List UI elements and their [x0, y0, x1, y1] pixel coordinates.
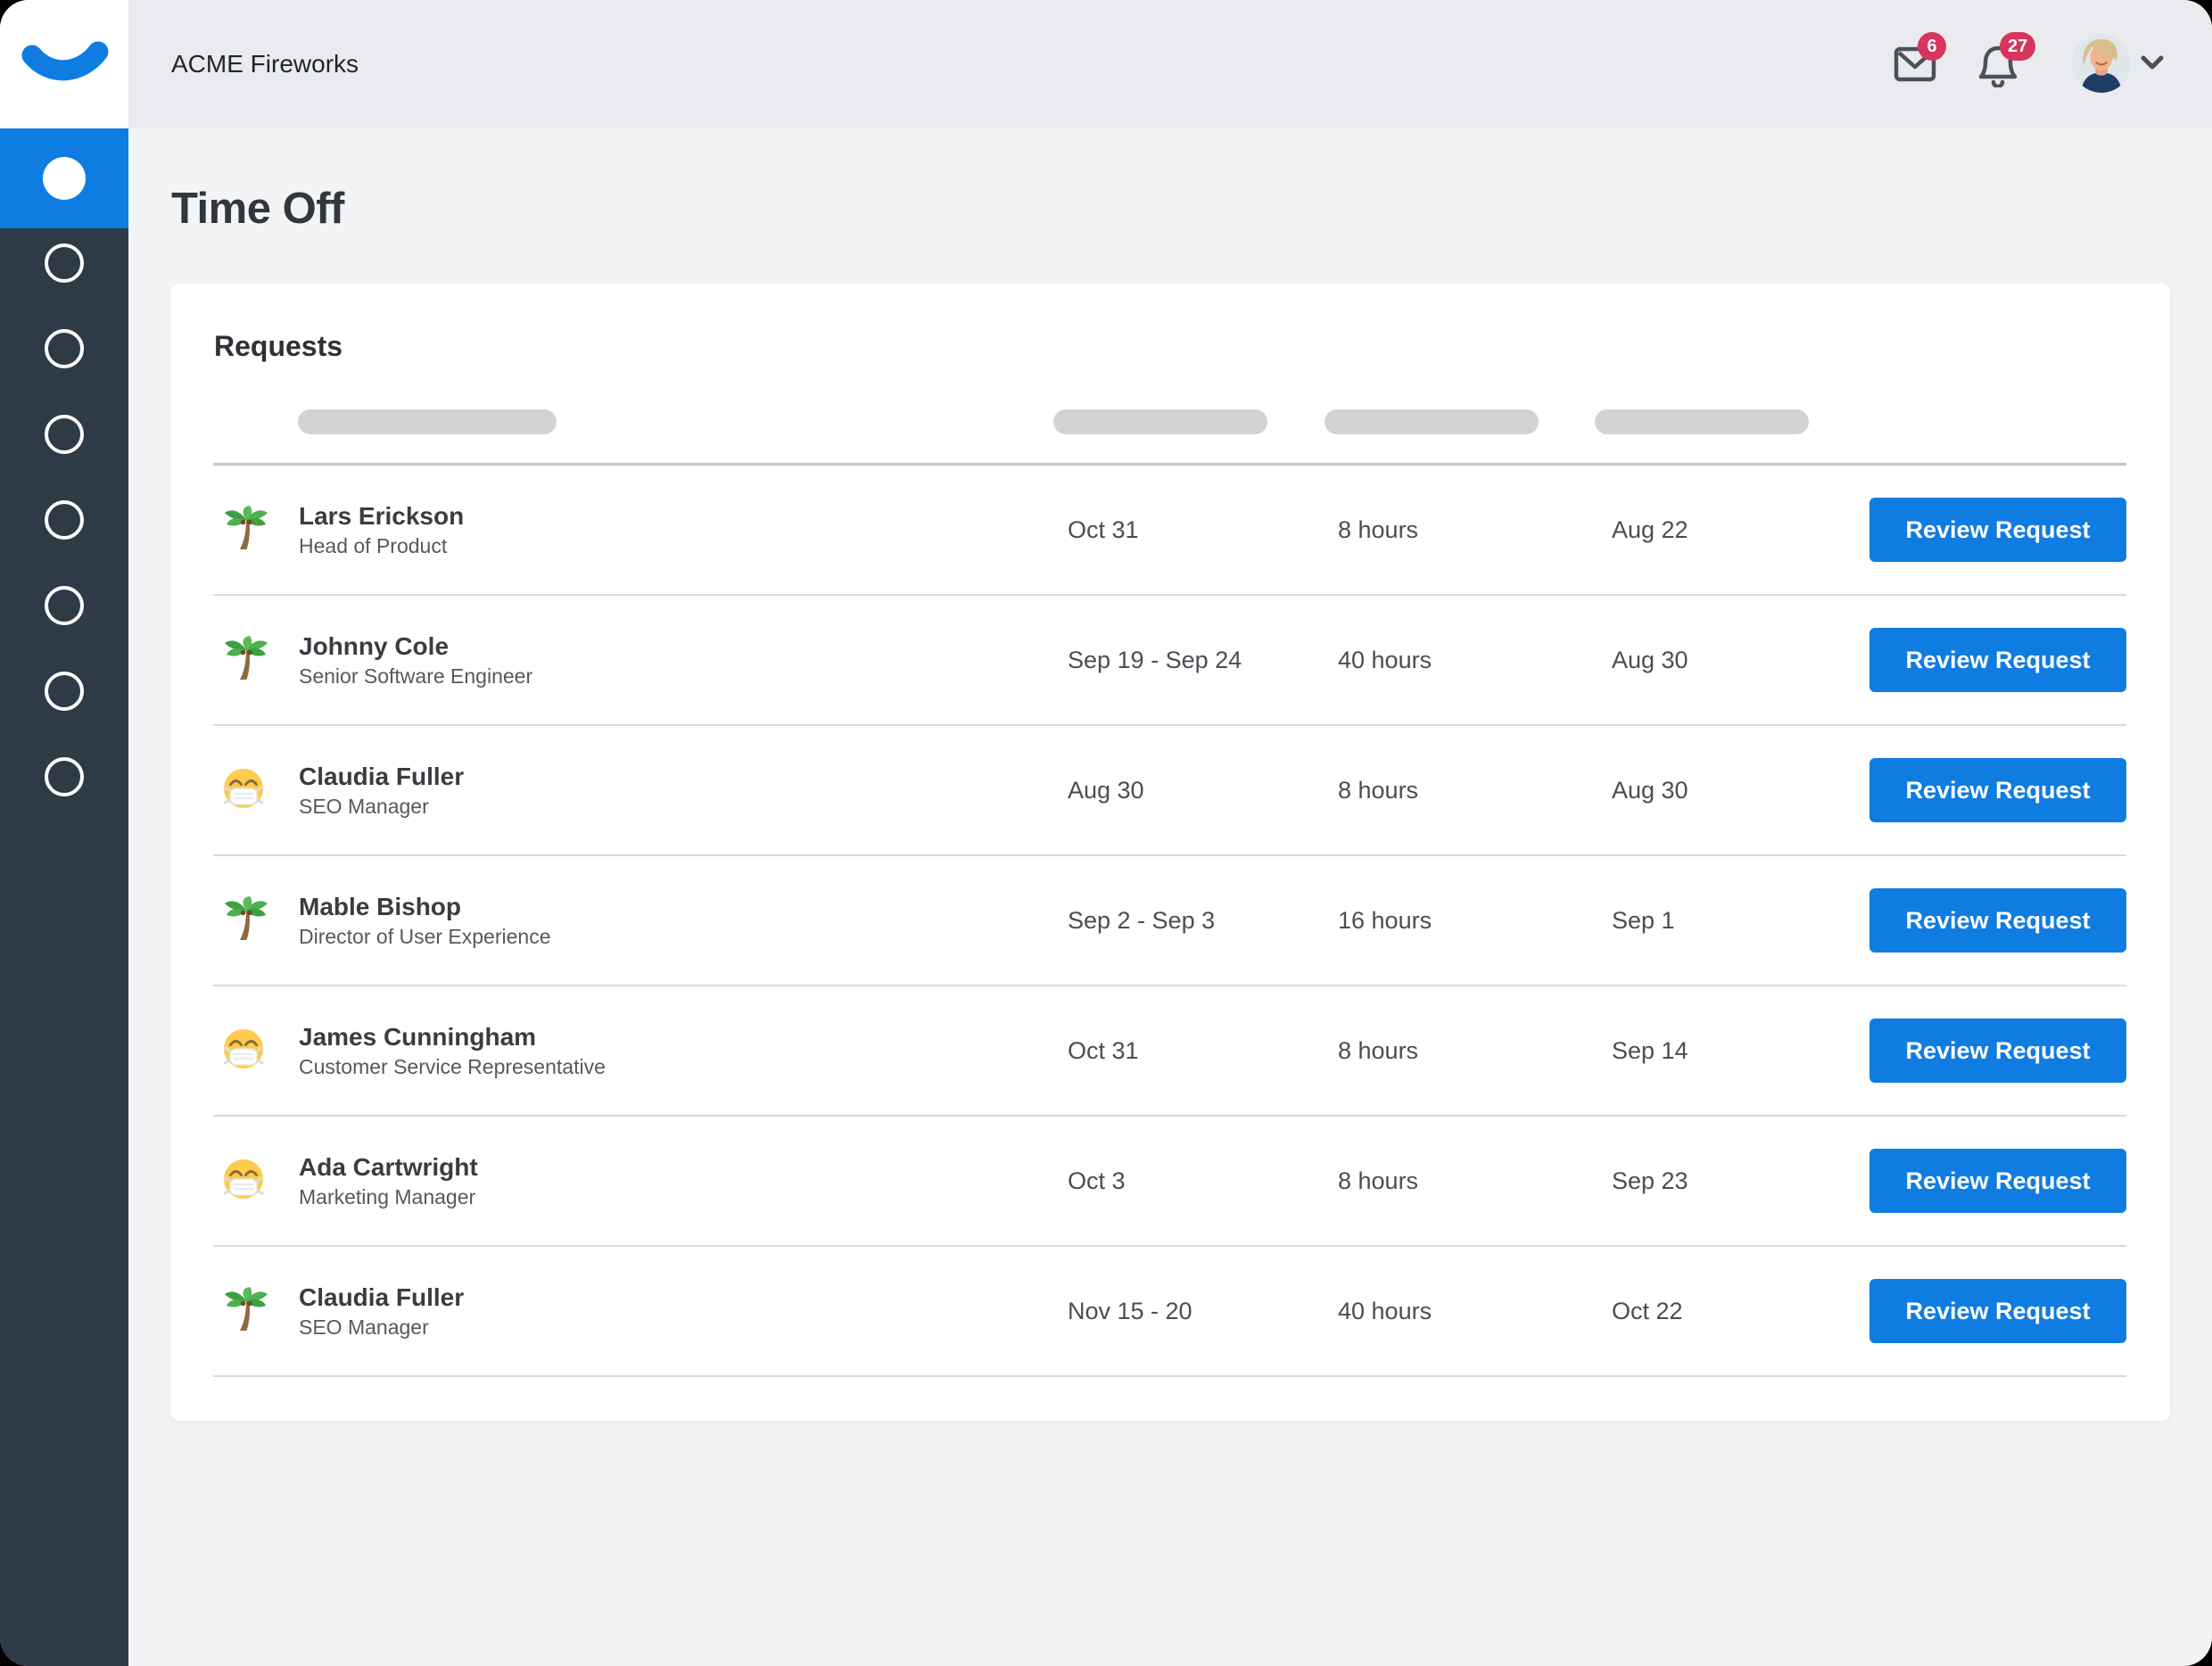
smile-logo-icon [0, 0, 128, 128]
face-mask-icon [213, 1158, 265, 1205]
sidebar [0, 128, 128, 1666]
sidebar-item-1[interactable] [0, 220, 128, 306]
palm-tree-icon [213, 895, 268, 946]
request-submitted-date: Sep 1 [1612, 907, 1869, 935]
request-submitted-date: Aug 30 [1612, 647, 1869, 674]
request-submitted-date: Aug 30 [1612, 777, 1869, 804]
requests-table: Lars Erickson Head of Product Oct 31 8 h… [213, 463, 2126, 1377]
request-dates: Nov 15 - 20 [1068, 1298, 1338, 1325]
request-dates: Oct 3 [1068, 1167, 1338, 1195]
request-row: Claudia Fuller SEO Manager Aug 30 8 hour… [213, 726, 2126, 856]
request-row: Lars Erickson Head of Product Oct 31 8 h… [213, 466, 2126, 596]
request-dates: Oct 31 [1068, 1037, 1338, 1065]
user-avatar-photo [2072, 34, 2131, 93]
request-row: Ada Cartwright Marketing Manager Oct 3 8… [213, 1117, 2126, 1247]
active-nav-dot-icon [43, 157, 86, 200]
review-request-button[interactable]: Review Request [1869, 628, 2126, 692]
app-window: ACME Fireworks 6 27 [0, 0, 2212, 1666]
column-header-placeholder-submitted [1595, 409, 1809, 434]
request-submitted-date: Sep 14 [1612, 1037, 1869, 1065]
company-name: ACME Fireworks [171, 0, 359, 128]
nav-dot-icon [45, 500, 84, 540]
sidebar-item-0-active[interactable] [0, 128, 128, 228]
employee-role: SEO Manager [299, 793, 1068, 821]
nav-dot-icon [45, 672, 84, 711]
requests-card: Requests Lars Erickson Head of Product O… [170, 284, 2170, 1421]
review-request-button[interactable]: Review Request [1869, 1279, 2126, 1343]
employee-name: Claudia Fuller [299, 760, 1068, 793]
sidebar-nav-list [0, 220, 128, 820]
nav-dot-icon [45, 415, 84, 454]
request-dates: Sep 2 - Sep 3 [1068, 907, 1338, 935]
request-hours: 8 hours [1338, 1167, 1612, 1195]
employee-name: Mable Bishop [299, 890, 1068, 923]
palm-tree-icon [213, 505, 268, 556]
notifications-badge: 27 [2000, 32, 2035, 61]
request-dates: Sep 19 - Sep 24 [1068, 647, 1338, 674]
request-dates: Aug 30 [1068, 777, 1338, 804]
request-row: Claudia Fuller SEO Manager Nov 15 - 20 4… [213, 1247, 2126, 1377]
chevron-down-icon [2141, 55, 2164, 71]
request-hours: 8 hours [1338, 516, 1612, 544]
employee-name: Ada Cartwright [299, 1151, 1068, 1184]
employee-role: Marketing Manager [299, 1184, 1068, 1211]
messages-badge: 6 [1918, 32, 1946, 61]
app-logo[interactable] [0, 0, 128, 128]
review-request-button[interactable]: Review Request [1869, 498, 2126, 562]
sidebar-item-5[interactable] [0, 563, 128, 648]
card-title: Requests [214, 330, 343, 363]
request-submitted-date: Sep 23 [1612, 1167, 1869, 1195]
request-row: Mable Bishop Director of User Experience… [213, 856, 2126, 986]
top-bar: ACME Fireworks 6 27 [0, 0, 2212, 128]
request-hours: 40 hours [1338, 1298, 1612, 1325]
review-request-button[interactable]: Review Request [1869, 758, 2126, 822]
review-request-button[interactable]: Review Request [1869, 888, 2126, 953]
employee-role: SEO Manager [299, 1314, 1068, 1341]
request-hours: 40 hours [1338, 647, 1612, 674]
employee-role: Senior Software Engineer [299, 663, 1068, 690]
employee-role: Director of User Experience [299, 923, 1068, 951]
sidebar-item-2[interactable] [0, 306, 128, 392]
request-submitted-date: Oct 22 [1612, 1298, 1869, 1325]
request-hours: 8 hours [1338, 777, 1612, 804]
request-row: Johnny Cole Senior Software Engineer Sep… [213, 596, 2126, 726]
request-dates: Oct 31 [1068, 516, 1338, 544]
nav-dot-icon [45, 243, 84, 283]
table-header-placeholders [213, 409, 2126, 434]
employee-name: Johnny Cole [299, 630, 1068, 663]
request-submitted-date: Aug 22 [1612, 516, 1869, 544]
face-mask-icon [213, 1027, 265, 1075]
palm-tree-icon [213, 635, 268, 686]
column-header-placeholder-dates [1053, 409, 1267, 434]
nav-dot-icon [45, 586, 84, 625]
review-request-button[interactable]: Review Request [1869, 1019, 2126, 1083]
request-hours: 8 hours [1338, 1037, 1612, 1065]
request-row: James Cunningham Customer Service Repres… [213, 986, 2126, 1117]
user-avatar[interactable] [2072, 34, 2131, 93]
page-title: Time Off [171, 184, 344, 234]
main-content: Time Off Requests Lars Erickson Head of … [128, 128, 2212, 1666]
employee-role: Head of Product [299, 532, 1068, 560]
employee-role: Customer Service Representative [299, 1053, 1068, 1081]
column-header-placeholder-employee [298, 409, 557, 434]
nav-dot-icon [45, 329, 84, 368]
request-hours: 16 hours [1338, 907, 1612, 935]
account-menu-toggle[interactable] [2141, 55, 2164, 76]
column-header-placeholder-hours [1325, 409, 1539, 434]
review-request-button[interactable]: Review Request [1869, 1149, 2126, 1213]
nav-dot-icon [45, 757, 84, 796]
employee-name: James Cunningham [299, 1020, 1068, 1053]
employee-name: Lars Erickson [299, 499, 1068, 532]
sidebar-item-6[interactable] [0, 648, 128, 734]
sidebar-item-4[interactable] [0, 477, 128, 563]
employee-name: Claudia Fuller [299, 1281, 1068, 1314]
sidebar-item-3[interactable] [0, 392, 128, 477]
palm-tree-icon [213, 1286, 268, 1337]
face-mask-icon [213, 767, 265, 814]
sidebar-item-7[interactable] [0, 734, 128, 820]
